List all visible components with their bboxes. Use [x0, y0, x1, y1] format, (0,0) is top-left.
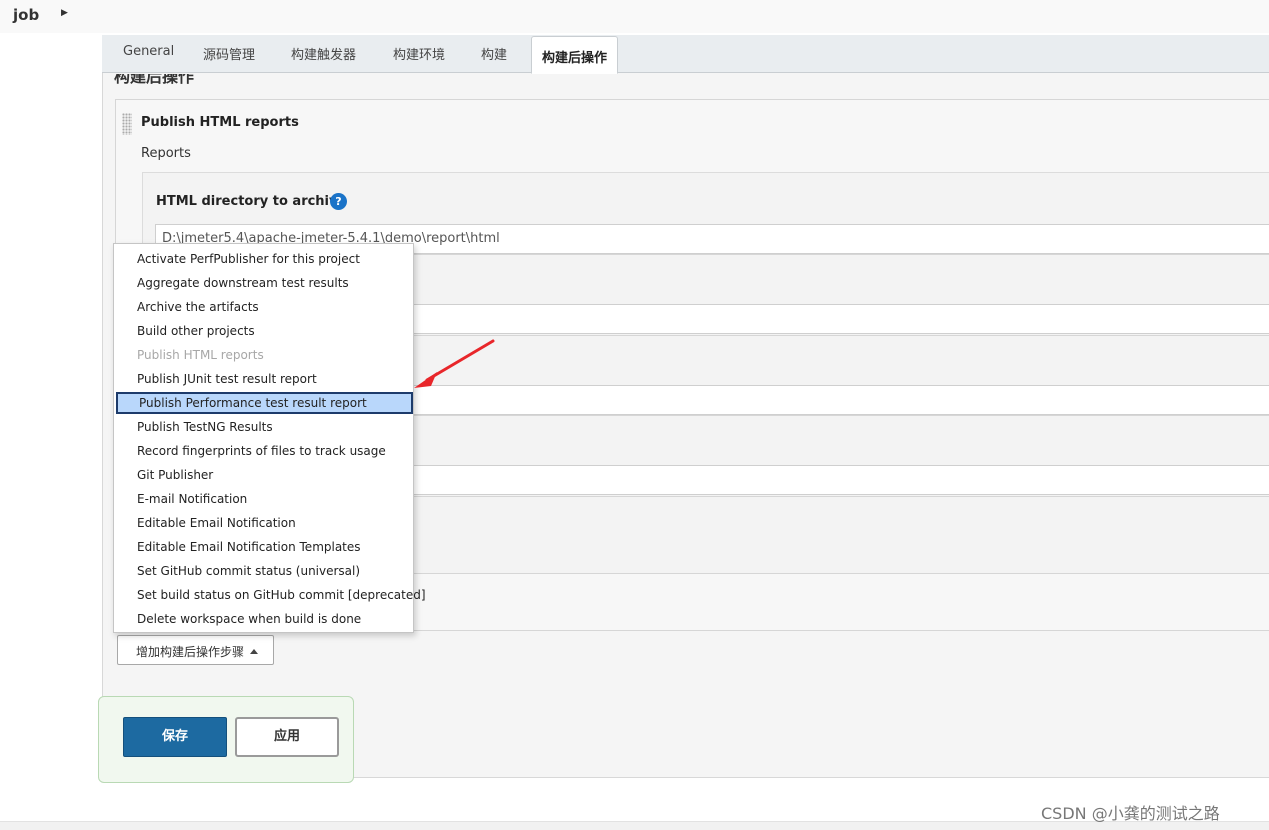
- tab-build-triggers[interactable]: 构建触发器: [291, 44, 356, 63]
- breadcrumb-job[interactable]: job: [13, 6, 39, 24]
- config-tab-bar: General 源码管理 构建触发器 构建环境 构建 构建后操作: [102, 35, 1269, 74]
- tab-post-build-actions[interactable]: 构建后操作: [531, 36, 619, 74]
- menu-item-github-commit-status[interactable]: Set GitHub commit status (universal): [114, 560, 413, 582]
- menu-item-record-fingerprints[interactable]: Record fingerprints of files to track us…: [114, 440, 413, 462]
- step-title: Publish HTML reports: [141, 115, 299, 130]
- menu-item-editable-email[interactable]: Editable Email Notification: [114, 512, 413, 534]
- menu-item-editable-email-templates[interactable]: Editable Email Notification Templates: [114, 536, 413, 558]
- menu-item-git-publisher[interactable]: Git Publisher: [114, 464, 413, 486]
- menu-item-publish-junit[interactable]: Publish JUnit test result report: [114, 368, 413, 390]
- tab-source-code[interactable]: 源码管理: [203, 44, 255, 63]
- menu-item-publish-performance[interactable]: Publish Performance test result report: [116, 392, 413, 414]
- help-icon[interactable]: ?: [330, 193, 347, 210]
- menu-item-delete-workspace[interactable]: Delete workspace when build is done: [114, 608, 413, 630]
- tab-general[interactable]: General: [123, 44, 174, 59]
- reports-label: Reports: [141, 146, 191, 161]
- menu-item-publish-testng[interactable]: Publish TestNG Results: [114, 416, 413, 438]
- caret-up-icon: [250, 649, 259, 654]
- drag-handle-icon[interactable]: [122, 113, 132, 135]
- breadcrumb-caret-icon[interactable]: ▶: [61, 8, 68, 18]
- tab-build-environment[interactable]: 构建环境: [393, 44, 445, 63]
- menu-item-build-other-projects[interactable]: Build other projects: [114, 320, 413, 342]
- section-title-wrapper: 构建后操作: [102, 74, 402, 84]
- save-button[interactable]: 保存: [123, 717, 227, 757]
- post-build-action-menu: Activate PerfPublisher for this project …: [113, 243, 426, 633]
- html-directory-label: HTML directory to archive: [156, 194, 347, 209]
- section-title: 构建后操作: [114, 74, 195, 84]
- apply-button[interactable]: 应用: [235, 717, 339, 757]
- menu-item-aggregate-downstream[interactable]: Aggregate downstream test results: [114, 272, 413, 294]
- menu-item-email-notification[interactable]: E-mail Notification: [114, 488, 413, 510]
- menu-item-activate-perfpublisher[interactable]: Activate PerfPublisher for this project: [114, 248, 413, 270]
- top-breadcrumb-bar: job ▶: [0, 0, 1269, 33]
- watermark: CSDN @小龚的测试之路: [1041, 804, 1220, 823]
- tab-build[interactable]: 构建: [481, 44, 507, 63]
- menu-item-archive-artifacts[interactable]: Archive the artifacts: [114, 296, 413, 318]
- add-post-build-step-button[interactable]: 增加构建后操作步骤: [117, 635, 274, 665]
- add-step-label: 增加构建后操作步骤: [136, 645, 245, 659]
- menu-item-publish-html-reports: Publish HTML reports: [137, 348, 264, 362]
- menu-item-github-build-status[interactable]: Set build status on GitHub commit [depre…: [114, 584, 426, 606]
